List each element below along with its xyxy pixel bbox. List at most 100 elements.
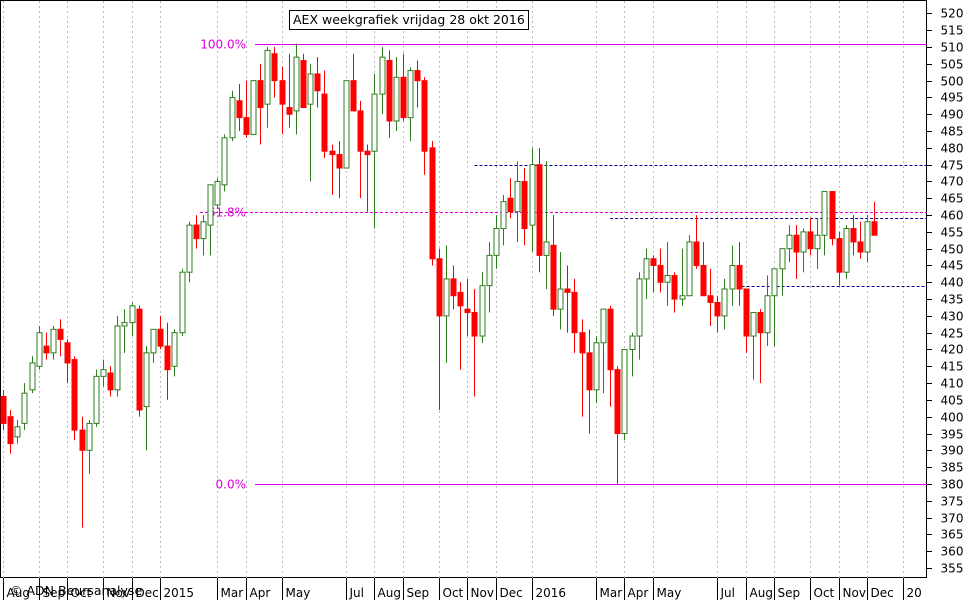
y-tick-label: 420 xyxy=(941,343,964,357)
candle-body xyxy=(421,80,428,152)
candle xyxy=(429,141,436,266)
y-tick-label: 445 xyxy=(941,259,964,273)
candle-body xyxy=(793,234,800,253)
y-tick-label: 475 xyxy=(941,159,964,173)
copyright-label: © ADN Beursanalyse xyxy=(10,583,143,598)
candle-body xyxy=(186,224,193,273)
y-tick-label: 385 xyxy=(941,461,964,475)
candle-body xyxy=(14,426,21,438)
candle-body xyxy=(743,288,750,337)
candle xyxy=(221,134,228,192)
candle-body xyxy=(657,264,664,283)
candle xyxy=(229,90,236,142)
candle-body xyxy=(571,291,578,334)
y-tick-label: 375 xyxy=(941,495,964,509)
x-tick-label: Nov xyxy=(471,586,494,600)
y-tick-label: 440 xyxy=(941,276,964,290)
candle xyxy=(179,268,186,337)
x-tick-label: Mar xyxy=(221,586,244,600)
candle-body xyxy=(386,59,393,122)
x-tick-label: 2015 xyxy=(164,586,195,600)
candle-body xyxy=(693,241,700,266)
candle-body xyxy=(136,308,143,411)
candle-body xyxy=(7,416,14,445)
candle-body xyxy=(650,258,657,266)
candle-body xyxy=(193,224,200,240)
candle xyxy=(36,325,43,370)
candle-body xyxy=(457,291,464,307)
candle-body xyxy=(93,375,100,424)
candle-body xyxy=(514,180,521,213)
candle-body xyxy=(464,308,471,314)
candle xyxy=(843,225,850,279)
candle xyxy=(343,80,350,169)
candle-body xyxy=(250,80,257,135)
y-tick-label: 460 xyxy=(941,209,964,223)
candle-body xyxy=(50,328,57,354)
fib-label: 61.8% xyxy=(208,206,246,220)
candle-body xyxy=(207,184,214,226)
candle-body xyxy=(236,100,243,119)
candle-body xyxy=(629,335,636,350)
candle-body xyxy=(729,264,736,290)
candle-body xyxy=(714,301,721,317)
y-tick-label: 370 xyxy=(941,512,964,526)
y-tick-label: 485 xyxy=(941,125,964,139)
candle-body xyxy=(179,271,186,334)
chart-title: AEX weekgrafiek vrijdag 28 okt 2016 xyxy=(289,10,529,30)
candle-body xyxy=(564,288,571,293)
candle-body xyxy=(821,191,828,236)
candle-body xyxy=(764,295,771,334)
candle-body xyxy=(57,328,64,340)
x-tick-label: Apr xyxy=(628,586,649,600)
grid-lines xyxy=(0,0,927,578)
candle-body xyxy=(343,80,350,169)
x-tick-label: May xyxy=(657,586,682,600)
candle-body xyxy=(443,278,450,317)
candle-body xyxy=(364,150,371,156)
candle-body xyxy=(814,234,821,250)
x-tick-label: Dec xyxy=(500,586,523,600)
x-tick-label: Mar xyxy=(600,586,623,600)
candle-body xyxy=(614,369,621,434)
candle-body xyxy=(400,76,407,119)
y-tick-label: 495 xyxy=(941,91,964,105)
x-tick-label: Aug xyxy=(750,586,773,600)
x-tick-label: Apr xyxy=(250,586,271,600)
candle-body xyxy=(121,322,128,327)
y-tick-label: 490 xyxy=(941,108,964,122)
candle-body xyxy=(493,228,500,256)
candle-body xyxy=(414,70,421,82)
x-tick-label: Aug xyxy=(378,586,401,600)
candle-body xyxy=(829,191,836,240)
x-tick-label: Jul xyxy=(720,586,735,600)
candle-body xyxy=(293,56,300,112)
y-tick-label: 425 xyxy=(941,327,964,341)
candle-body xyxy=(800,231,807,253)
candle-body xyxy=(43,345,50,354)
candle xyxy=(536,147,543,273)
candle-body xyxy=(271,53,278,82)
candle xyxy=(71,356,78,441)
candle-body xyxy=(607,308,614,371)
candle-body xyxy=(336,154,343,169)
candle xyxy=(686,235,693,297)
candle-body xyxy=(671,275,678,300)
candle-body xyxy=(371,93,378,152)
candle-body xyxy=(307,73,314,105)
candle-body xyxy=(114,325,121,391)
candle-body xyxy=(486,254,493,287)
candle-body xyxy=(471,312,478,337)
candle-body xyxy=(550,244,557,310)
candle xyxy=(214,178,221,209)
candle-body xyxy=(329,150,336,156)
candle-body xyxy=(214,180,221,206)
candle-body xyxy=(507,197,514,213)
candle-body xyxy=(807,231,814,250)
candle-body xyxy=(557,288,564,310)
x-tick-label: Dec xyxy=(871,586,894,600)
candle-body xyxy=(200,221,207,240)
y-tick-label: 465 xyxy=(941,192,964,206)
candle-body xyxy=(850,228,857,243)
candle-body xyxy=(843,228,850,273)
